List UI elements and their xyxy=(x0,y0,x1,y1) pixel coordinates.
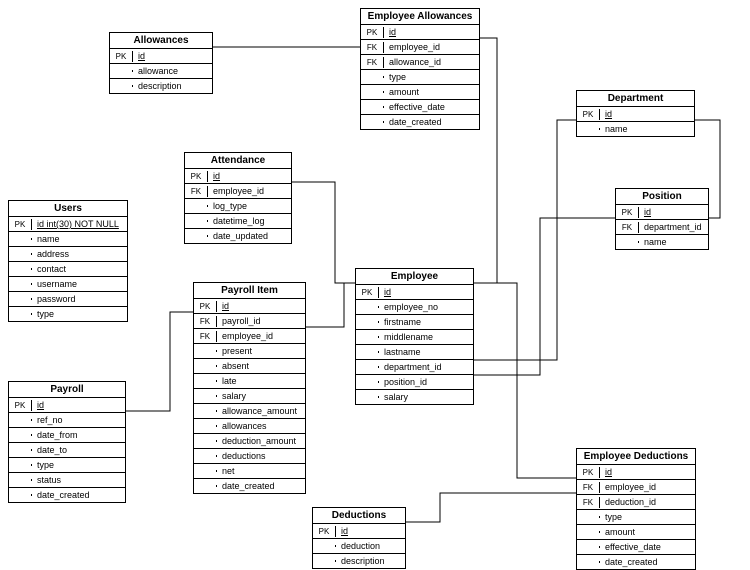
entity-employee-allowances: Employee Allowances PKid FKemployee_id F… xyxy=(360,8,480,130)
entity-deductions: Deductions PKid deduction description xyxy=(312,507,406,569)
entity-employee: Employee PKid employee_no firstname midd… xyxy=(355,268,474,405)
er-diagram-canvas: Allowances PKid allowance description Em… xyxy=(0,0,750,569)
entity-title: Employee Allowances xyxy=(361,9,479,25)
entity-position: Position PKid FKdepartment_id name xyxy=(615,188,709,250)
entity-title: Deductions xyxy=(313,508,405,524)
entity-title: Payroll xyxy=(9,382,125,398)
entity-payroll-item: Payroll Item PKid FKpayroll_id FKemploye… xyxy=(193,282,306,494)
entity-title: Position xyxy=(616,189,708,205)
entity-users: Users PKid int(30) NOT NULL name address… xyxy=(8,200,128,322)
entity-title: Users xyxy=(9,201,127,217)
entity-title: Department xyxy=(577,91,694,107)
entity-employee-deductions: Employee Deductions PKid FKemployee_id F… xyxy=(576,448,696,570)
entity-allowances: Allowances PKid allowance description xyxy=(109,32,213,94)
entity-payroll: Payroll PKid ref_no date_from date_to ty… xyxy=(8,381,126,503)
entity-title: Payroll Item xyxy=(194,283,305,299)
entity-attendance: Attendance PKid FKemployee_id log_type d… xyxy=(184,152,292,244)
entity-title: Employee Deductions xyxy=(577,449,695,465)
entity-title: Allowances xyxy=(110,33,212,49)
entity-title: Employee xyxy=(356,269,473,285)
entity-title: Attendance xyxy=(185,153,291,169)
entity-department: Department PKid name xyxy=(576,90,695,137)
